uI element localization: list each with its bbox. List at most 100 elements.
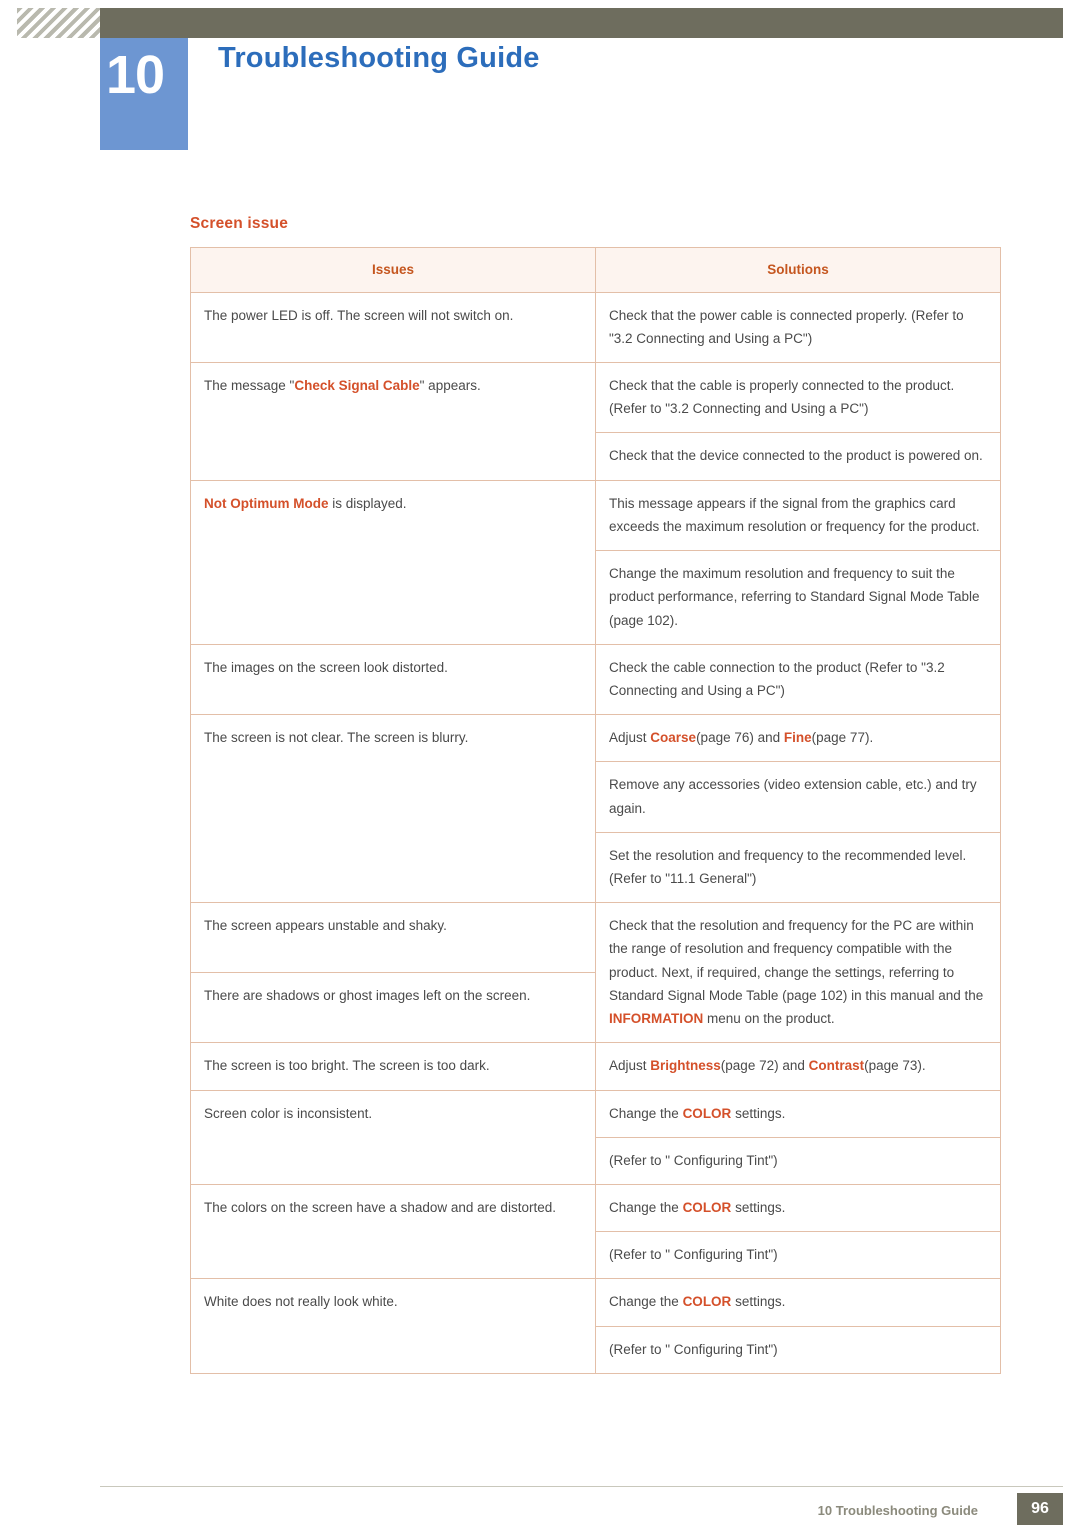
table-row: The screen is too bright. The screen is … [190,1042,1001,1091]
highlighted-term: Check Signal Cable [294,377,420,393]
text-run: menu on the product. [703,1011,835,1027]
table-row: The screen appears unstable and shaky. Ch… [190,902,1001,1044]
text-run: (page 77). [811,730,874,746]
text-run: " appears. [419,377,481,393]
issue-cell: The screen appears unstable and shaky. [190,902,596,974]
page-content: Screen issue Issues Solutions The power … [190,215,1001,1374]
solution-cell: Check that the device connected to the p… [595,432,1001,481]
text-run: The message " [204,377,295,393]
table-row: The message "Check Signal Cable" appears… [190,361,1001,481]
solution-cell: Check that the cable is properly connect… [595,361,1001,434]
footer-divider [100,1486,1063,1487]
text-run: (page 72) and [720,1058,809,1074]
text-run: The power LED is off. The screen will no… [204,307,514,323]
highlighted-term: INFORMATION [609,1011,704,1027]
solution-cell: Adjust Brightness(page 72) and Contrast(… [595,1042,1001,1091]
text-run: Check that the resolution and frequency … [609,918,984,1003]
text-run: The screen is too bright. The screen is … [204,1058,490,1074]
text-run: Check that the device connected to the p… [609,448,983,464]
screen-issue-table: Issues Solutions The power LED is off. T… [190,247,1001,1374]
highlighted-term: Fine [783,730,812,746]
solution-cell: Check that the resolution and frequency … [595,902,1001,1044]
issue-cell: The images on the screen look distorted. [190,643,596,716]
highlighted-term: COLOR [682,1200,732,1216]
column-header-issues: Issues [190,247,596,293]
text-run: Screen color is inconsistent. [204,1105,373,1121]
solution-cell: Check that the power cable is connected … [595,291,1001,363]
issue-cell: The colors on the screen have a shadow a… [190,1184,596,1280]
text-run: (page 73). [864,1058,926,1074]
table-row: The images on the screen look distorted.… [190,643,1001,716]
text-run: settings. [731,1294,786,1310]
solution-cell: (Refer to " Configuring Tint") [595,1136,1001,1186]
text-run: Change the [609,1200,683,1216]
text-run: Change the maximum resolution and freque… [609,566,980,628]
solution-cell: Change the COLOR settings. [595,1089,1001,1138]
solution-cell: Change the COLOR settings. [595,1184,1001,1233]
table-row: White does not really look white. Change … [190,1278,1001,1374]
text-run: Check that the power cable is connected … [609,307,964,346]
column-header-solutions: Solutions [595,247,1001,293]
table-header-row: Issues Solutions [190,247,1001,293]
solution-cell: Remove any accessories (video extension … [595,761,1001,833]
solution-cell: This message appears if the signal from … [595,479,1001,552]
issue-cell: The screen is too bright. The screen is … [190,1042,596,1091]
solution-cell: (Refer to " Configuring Tint") [595,1231,1001,1280]
table-body: The power LED is off. The screen will no… [190,291,1001,1374]
text-run: White does not really look white. [204,1294,398,1310]
highlighted-term: COLOR [682,1294,732,1310]
text-run: The screen appears unstable and shaky. [204,918,447,934]
text-run: Set the resolution and frequency to the … [609,847,967,887]
highlighted-term: Contrast [808,1058,865,1074]
issue-cell: The power LED is off. The screen will no… [190,291,596,363]
solution-cell: Set the resolution and frequency to the … [595,831,1001,904]
text-run: (Refer to " Configuring Tint") [609,1341,778,1357]
text-run: This message appears if the signal from … [609,495,980,534]
table-row: The colors on the screen have a shadow a… [190,1184,1001,1280]
page-footer: 10 Troubleshooting Guide 96 [0,1437,1080,1527]
solution-cell: Check the cable connection to the produc… [595,643,1001,716]
issue-cell: There are shadows or ghost images left o… [190,972,596,1044]
text-run: The colors on the screen have a shadow a… [204,1200,556,1216]
header-hatch-decoration [17,8,100,38]
highlighted-term: Coarse [650,730,697,746]
page-title: Troubleshooting Guide [218,42,540,74]
highlighted-term: Brightness [650,1058,721,1074]
issue-cell: The message "Check Signal Cable" appears… [190,361,596,481]
issue-cell: Screen color is inconsistent. [190,1089,596,1186]
text-run: Check that the cable is properly connect… [609,377,955,417]
table-row: The screen is not clear. The screen is b… [190,714,1001,904]
solution-cell: Change the COLOR settings. [595,1278,1001,1327]
issue-cell: White does not really look white. [190,1278,596,1374]
text-run: (Refer to " Configuring Tint") [609,1152,778,1168]
text-run: (Refer to " Configuring Tint") [609,1247,778,1263]
chapter-number-badge: 10 [100,38,188,150]
header-bar [100,8,1063,38]
text-run: Remove any accessories (video extension … [609,777,977,816]
footer-chapter-label: 10 Troubleshooting Guide [817,1503,978,1518]
text-run: Adjust [609,730,651,746]
text-run: (page 76) and [696,730,784,746]
highlighted-term: Not Optimum Mode [204,495,329,511]
footer-page-number: 96 [1017,1493,1063,1525]
text-run: Adjust [609,1058,651,1074]
section-heading: Screen issue [190,215,289,232]
solution-cell: Change the maximum resolution and freque… [595,550,1001,645]
text-run: settings. [731,1105,786,1121]
page-header: 10 Troubleshooting Guide [0,0,1080,152]
highlighted-term: COLOR [682,1105,732,1121]
table-row: Not Optimum Mode is displayed. This messa… [190,479,1001,645]
solution-cell: Adjust Coarse(page 76) and Fine(page 77)… [595,714,1001,763]
table-row: The power LED is off. The screen will no… [190,291,1001,363]
solution-cell: (Refer to " Configuring Tint") [595,1325,1001,1374]
text-run: Check the cable connection to the produc… [609,659,945,698]
text-run: is displayed. [328,495,407,511]
issue-cell: Not Optimum Mode is displayed. [190,479,596,645]
text-run: There are shadows or ghost images left o… [204,988,531,1004]
text-run: The screen is not clear. The screen is b… [204,730,469,746]
text-run: The images on the screen look distorted. [204,659,448,675]
text-run: Change the [609,1294,683,1310]
text-run: settings. [731,1200,786,1216]
issue-cell: The screen is not clear. The screen is b… [190,714,596,904]
text-run: Change the [609,1105,683,1121]
